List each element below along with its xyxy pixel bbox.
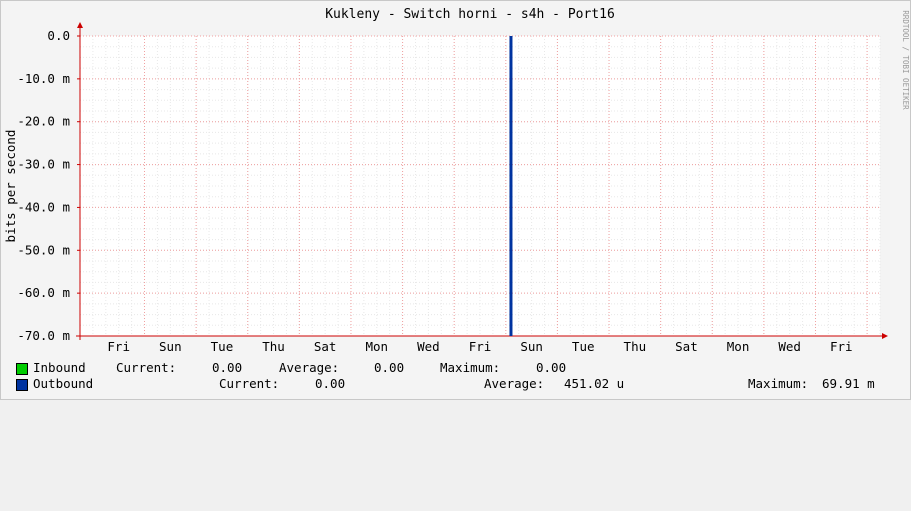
outbound-maximum-value: 69.91 m — [822, 376, 875, 391]
y-tick-label: -70.0 m — [17, 328, 70, 343]
outbound-current-label: Current: — [219, 376, 280, 391]
x-tick-label: Sun — [159, 339, 182, 354]
legend-outbound: Outbound Current: 0.00 Average: 451.02 u… — [16, 376, 896, 392]
x-tick-label: Sat — [675, 339, 698, 354]
x-tick-label: Fri — [830, 339, 853, 354]
x-axis-arrow — [882, 333, 888, 339]
chart-svg: 0.0 -10.0 m -20.0 m -30.0 m -40.0 m -50.0 m -6… — [3, 7, 910, 354]
inbound-name: Inbound — [33, 360, 86, 375]
y-axis-label: bits per second — [3, 130, 18, 243]
inbound-current-value: 0.00 — [212, 360, 243, 375]
outbound-average-label: Average: — [484, 376, 545, 391]
inbound-current-label: Current: — [116, 360, 177, 375]
outbound-name: Outbound — [33, 376, 94, 391]
outbound-average-value: 451.02 u — [564, 376, 625, 391]
outbound-current-value: 0.00 — [315, 376, 346, 391]
y-tick-label: -20.0 m — [17, 114, 70, 129]
rrdtool-watermark: RRDTOOL / TOBI OETIKER — [901, 10, 910, 110]
x-tick-label: Sun — [520, 339, 543, 354]
y-axis-arrow — [77, 22, 83, 28]
y-tick-label: -40.0 m — [17, 199, 70, 214]
y-tick-label: -10.0 m — [17, 71, 70, 86]
inbound-maximum-label: Maximum: — [440, 360, 501, 375]
y-tick-label: -60.0 m — [17, 285, 70, 300]
x-tick-label: Wed — [778, 339, 801, 354]
x-tick-label: Thu — [262, 339, 285, 354]
x-tick-label: Tue — [211, 339, 234, 354]
x-tick-label: Thu — [624, 339, 647, 354]
inbound-swatch — [16, 363, 28, 375]
y-tick-label: -50.0 m — [17, 242, 70, 257]
x-tick-label: Tue — [572, 339, 595, 354]
outbound-spike — [509, 36, 513, 336]
x-tick-label: Mon — [727, 339, 750, 354]
x-tick-label: Wed — [417, 339, 440, 354]
x-tick-label: Fri — [469, 339, 492, 354]
chart-title: Kukleny - Switch horni - s4h - Port16 — [325, 7, 615, 22]
y-tick-label: 0.0 — [47, 28, 70, 43]
outbound-swatch — [16, 379, 28, 391]
x-tick-label: Sat — [314, 339, 337, 354]
x-tick-label: Mon — [365, 339, 388, 354]
inbound-average-value: 0.00 — [374, 360, 405, 375]
y-tick-label: -30.0 m — [17, 157, 70, 172]
outbound-maximum-label: Maximum: — [748, 376, 809, 391]
legend-inbound: Inbound Current: 0.00 Average: 0.00 Maxi… — [16, 360, 896, 376]
inbound-average-label: Average: — [279, 360, 340, 375]
x-tick-label: Fri — [107, 339, 130, 354]
inbound-maximum-value: 0.00 — [536, 360, 567, 375]
